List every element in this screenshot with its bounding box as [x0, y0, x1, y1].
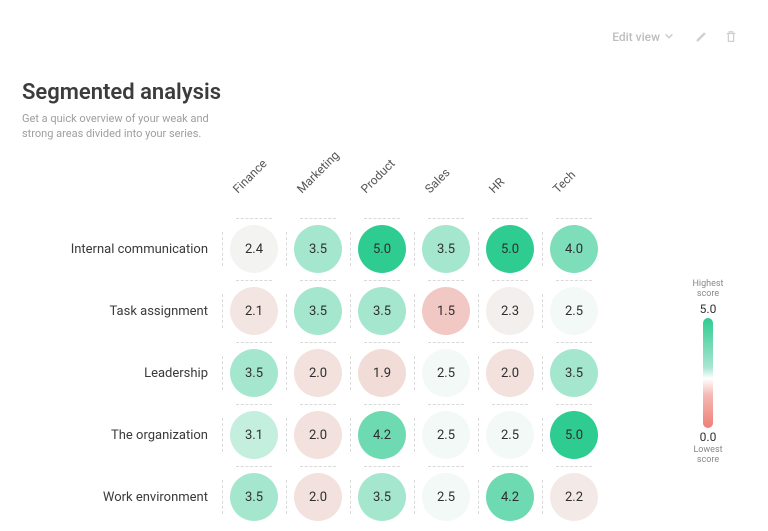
- heatmap-bubble: 2.2: [550, 473, 598, 521]
- heatmap-cell[interactable]: 1.5: [414, 280, 478, 342]
- heatmap-grid: Finance MarketingProduct Sales HR Tech Intern…: [22, 156, 606, 528]
- heatmap-corner: [22, 156, 222, 204]
- legend-gradient-bar: [703, 318, 713, 428]
- column-header: Marketing: [286, 156, 350, 204]
- heatmap-bubble: 1.5: [422, 287, 470, 335]
- heatmap-cell[interactable]: 3.5: [542, 342, 606, 404]
- trash-icon[interactable]: [724, 30, 738, 44]
- legend-highest-value: 5.0: [688, 302, 728, 316]
- column-header-label: HR: [486, 175, 507, 196]
- legend-lowest-caption: Lowest score: [688, 446, 728, 466]
- chevron-down-icon: [664, 30, 678, 44]
- heatmap-bubble: 3.5: [422, 225, 470, 273]
- heatmap-cell[interactable]: 2.3: [478, 280, 542, 342]
- heatmap-cell[interactable]: 3.5: [286, 218, 350, 280]
- heatmap-cell[interactable]: 3.5: [222, 342, 286, 404]
- column-header-label: Product: [358, 156, 398, 196]
- heatmap-bubble: 2.5: [422, 411, 470, 459]
- heatmap-cell[interactable]: 2.0: [478, 342, 542, 404]
- column-header: HR: [478, 156, 542, 204]
- heatmap-cell[interactable]: 3.5: [286, 280, 350, 342]
- heatmap-cell[interactable]: 4.2: [350, 404, 414, 466]
- heatmap-cell[interactable]: 2.5: [414, 342, 478, 404]
- column-header-label: Finance: [230, 156, 270, 196]
- heatmap-cell[interactable]: 5.0: [478, 218, 542, 280]
- heatmap-bubble: 3.5: [230, 473, 278, 521]
- heatmap-cell[interactable]: 2.5: [414, 404, 478, 466]
- heatmap-cell[interactable]: 3.1: [222, 404, 286, 466]
- heatmap-bubble: 4.2: [358, 411, 406, 459]
- heatmap-bubble: 3.5: [294, 225, 342, 273]
- heatmap-bubble: 1.9: [358, 349, 406, 397]
- column-header-label: Sales: [422, 165, 453, 196]
- column-header: Finance: [222, 156, 286, 204]
- row-label: Task assignment: [22, 280, 222, 342]
- heatmap-bubble: 4.2: [486, 473, 534, 521]
- heatmap-bubble: 3.5: [230, 349, 278, 397]
- heatmap-cell[interactable]: 3.5: [414, 218, 478, 280]
- row-label: Leadership: [22, 342, 222, 404]
- column-header: Tech: [542, 156, 606, 204]
- heatmap-bubble: 2.1: [230, 287, 278, 335]
- heatmap-bubble: 2.0: [486, 349, 534, 397]
- heatmap-bubble: 2.5: [486, 411, 534, 459]
- analysis-card: Edit view Segmented analysis Get a quick…: [0, 0, 768, 531]
- row-label: The organization: [22, 404, 222, 466]
- legend-lowest-value: 0.0: [688, 430, 728, 444]
- heatmap-cell[interactable]: 2.2: [542, 466, 606, 528]
- heatmap-bubble: 3.5: [358, 473, 406, 521]
- heatmap-cell[interactable]: 5.0: [542, 404, 606, 466]
- heatmap-bubble: 5.0: [358, 225, 406, 273]
- toolbar: Edit view: [612, 30, 738, 44]
- column-header-label: Marketing: [294, 148, 342, 196]
- heatmap-cell[interactable]: 2.5: [414, 466, 478, 528]
- row-label: Internal communication: [22, 218, 222, 280]
- heatmap-bubble: 2.5: [550, 287, 598, 335]
- heatmap-cell[interactable]: 2.5: [542, 280, 606, 342]
- heatmap-cell[interactable]: 5.0: [350, 218, 414, 280]
- edit-view-button[interactable]: Edit view: [612, 30, 678, 44]
- heatmap-cell[interactable]: 3.5: [350, 280, 414, 342]
- heatmap-bubble: 2.4: [230, 225, 278, 273]
- column-header: Sales: [414, 156, 478, 204]
- heatmap-bubble: 3.5: [294, 287, 342, 335]
- heatmap-bubble: 4.0: [550, 225, 598, 273]
- pencil-icon[interactable]: [694, 30, 708, 44]
- heatmap-bubble: 3.5: [550, 349, 598, 397]
- heatmap-bubble: 2.0: [294, 473, 342, 521]
- heatmap-bubble: 2.5: [422, 473, 470, 521]
- heatmap-bubble: 5.0: [550, 411, 598, 459]
- heatmap-cell[interactable]: 2.0: [286, 342, 350, 404]
- heatmap-cell[interactable]: 2.0: [286, 466, 350, 528]
- heatmap-cell[interactable]: 2.4: [222, 218, 286, 280]
- edit-view-label: Edit view: [612, 30, 660, 44]
- heatmap-cell[interactable]: 3.5: [222, 466, 286, 528]
- column-header-label: Tech: [550, 168, 578, 196]
- legend-highest-caption: Highest score: [688, 280, 728, 300]
- heatmap-bubble: 2.5: [422, 349, 470, 397]
- heatmap-cell[interactable]: 2.0: [286, 404, 350, 466]
- heatmap-cell[interactable]: 1.9: [350, 342, 414, 404]
- heatmap-cell[interactable]: 4.0: [542, 218, 606, 280]
- header: Segmented analysis Get a quick overview …: [22, 80, 221, 142]
- heatmap-bubble: 2.0: [294, 411, 342, 459]
- heatmap-cell[interactable]: 3.5: [350, 466, 414, 528]
- column-header: Product: [350, 156, 414, 204]
- heatmap-bubble: 3.1: [230, 411, 278, 459]
- color-legend: Highest score 5.0 0.0 Lowest score: [688, 280, 728, 466]
- heatmap-cell[interactable]: 2.5: [478, 404, 542, 466]
- row-label: Work environment: [22, 466, 222, 528]
- page-title: Segmented analysis: [22, 80, 221, 105]
- heatmap-bubble: 2.0: [294, 349, 342, 397]
- heatmap-bubble: 2.3: [486, 287, 534, 335]
- heatmap-cell[interactable]: 4.2: [478, 466, 542, 528]
- heatmap-cell[interactable]: 2.1: [222, 280, 286, 342]
- page-subtitle: Get a quick overview of your weak and st…: [22, 111, 212, 142]
- heatmap-bubble: 5.0: [486, 225, 534, 273]
- heatmap-bubble: 3.5: [358, 287, 406, 335]
